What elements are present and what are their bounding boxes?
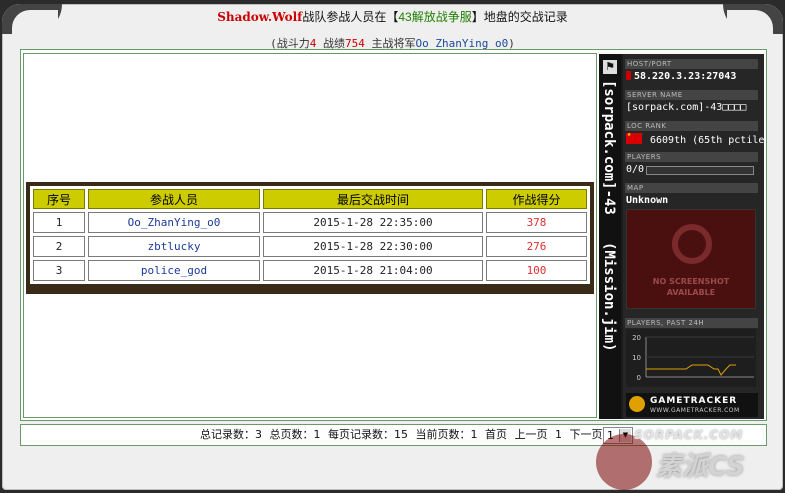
- battle-record-table-wrapper: 序号 参战人员 最后交战时间 作战得分 1 Oo_ZhanYing_o0 201…: [26, 182, 594, 294]
- server-name-vertical: [sorpack.com]-43: [601, 80, 617, 215]
- watermark-name: 素派CS: [656, 452, 745, 482]
- host-value: 58.220.3.23:27043: [626, 71, 736, 82]
- cell-score: 378: [486, 212, 587, 233]
- players-label: PLAYERS: [625, 152, 758, 162]
- host-label: HOST/PORT: [625, 59, 758, 69]
- gametracker-banner[interactable]: ⚑ [sorpack.com]-43 (Mission.jim) HOST/PO…: [599, 54, 764, 419]
- page-1-link[interactable]: 1: [555, 428, 562, 441]
- no-screenshot-line2: AVAILABLE: [666, 288, 716, 297]
- gametracker-url: WWW.GAMETRACKER.COM: [650, 407, 740, 414]
- site-watermark: SORPACK.COM 素派CS: [596, 420, 783, 490]
- graph-tick-10: 10: [632, 354, 641, 362]
- gametracker-g-icon: [672, 224, 712, 264]
- main-content-box: 序号 参战人员 最后交战时间 作战得分 1 Oo_ZhanYing_o0 201…: [20, 49, 767, 421]
- map-value: Unknown: [626, 195, 669, 206]
- players-line: [646, 364, 736, 376]
- graph-tick-0: 0: [637, 374, 641, 382]
- cell-score: 276: [486, 236, 587, 257]
- table-row: 2 zbtlucky 2015-1-28 22:30:00 276: [33, 236, 587, 257]
- server-name-link[interactable]: 43解放战争服: [398, 10, 471, 24]
- column-header-player: 参战人员: [88, 189, 260, 209]
- host-address: 58.220.3.23:27043: [634, 71, 737, 82]
- table-row: 3 police_god 2015-1-28 21:04:00 100: [33, 260, 587, 281]
- graph-tick-20: 20: [632, 334, 641, 342]
- total-pages: 总页数：1: [269, 428, 321, 441]
- watermark-ball: [596, 434, 652, 490]
- page-title: Shadow.Wolf战队参战人员在【43解放战争服】地盘的交战记录: [2, 8, 783, 25]
- server-label: SERVER NAME: [625, 90, 758, 100]
- column-header-no: 序号: [33, 189, 85, 209]
- players-24h-graph: 20 10 0: [626, 329, 756, 387]
- rank-value: 6609th (65th pctile): [626, 130, 764, 146]
- cell-time: 2015-1-28 21:04:00: [263, 260, 483, 281]
- server-name-value: [sorpack.com]-43□□□□: [626, 102, 747, 113]
- players-graph-svg: 20 10 0: [632, 334, 754, 382]
- battle-record-table: 序号 参战人员 最后交战时间 作战得分 1 Oo_ZhanYing_o0 201…: [30, 186, 590, 284]
- map-label: MAP: [625, 183, 758, 193]
- column-header-time: 最后交战时间: [263, 189, 483, 209]
- gametracker-footer: GAMETRACKER WWW.GAMETRACKER.COM: [626, 393, 758, 417]
- prev-page-link[interactable]: 上一页: [515, 428, 548, 441]
- graph-label: PLAYERS, PAST 24H: [625, 318, 758, 328]
- cell-no: 2: [33, 236, 85, 257]
- cell-score: 100: [486, 260, 587, 281]
- map-screenshot-placeholder: NO SCREENSHOT AVAILABLE: [626, 209, 756, 309]
- cell-time: 2015-1-28 22:35:00: [263, 212, 483, 233]
- records-per-page: 每页记录数：15: [328, 428, 408, 441]
- gametracker-logo-icon: [629, 396, 645, 412]
- table-header-row: 序号 参战人员 最后交战时间 作战得分: [33, 189, 587, 209]
- gametracker-side-strip: ⚑ [sorpack.com]-43 (Mission.jim): [599, 54, 621, 419]
- watermark-site: SORPACK.COM: [634, 428, 744, 442]
- cell-no: 1: [33, 212, 85, 233]
- title-text-2: 】地盘的交战记录: [471, 10, 568, 24]
- title-text-1: 战队参战人员在【: [302, 10, 399, 24]
- current-page: 当前页数：1: [415, 428, 478, 441]
- table-row: 1 Oo_ZhanYing_o0 2015-1-28 22:35:00 378: [33, 212, 587, 233]
- clan-name: Shadow.Wolf: [217, 10, 303, 24]
- no-screenshot-text: NO SCREENSHOT AVAILABLE: [627, 276, 755, 298]
- players-value: 0/0: [626, 164, 645, 175]
- lock-icon: [626, 71, 631, 80]
- first-page-link[interactable]: 首页: [485, 428, 507, 441]
- china-flag-icon: [626, 130, 642, 144]
- cell-time: 2015-1-28 22:30:00: [263, 236, 483, 257]
- gametracker-info: HOST/PORT 58.220.3.23:27043 SERVER NAME …: [623, 54, 764, 419]
- rank-text: 6609th (65th pctile): [650, 135, 764, 146]
- map-name-vertical: (Mission.jim): [601, 242, 617, 352]
- column-header-score: 作战得分: [486, 189, 587, 209]
- cell-no: 3: [33, 260, 85, 281]
- gametracker-brand: GAMETRACKER: [650, 396, 738, 406]
- cell-player-link[interactable]: Oo_ZhanYing_o0: [88, 212, 260, 233]
- rank-label: LOC RANK: [625, 121, 758, 131]
- cell-player-link[interactable]: police_god: [88, 260, 260, 281]
- players-progress-bar: [646, 166, 754, 175]
- record-pane: 序号 参战人员 最后交战时间 作战得分 1 Oo_ZhanYing_o0 201…: [23, 53, 597, 418]
- total-records: 总记录数：3: [200, 428, 262, 441]
- no-screenshot-line1: NO SCREENSHOT: [652, 277, 730, 286]
- cell-player-link[interactable]: zbtlucky: [88, 236, 260, 257]
- cs-logo-icon: ⚑: [603, 60, 617, 74]
